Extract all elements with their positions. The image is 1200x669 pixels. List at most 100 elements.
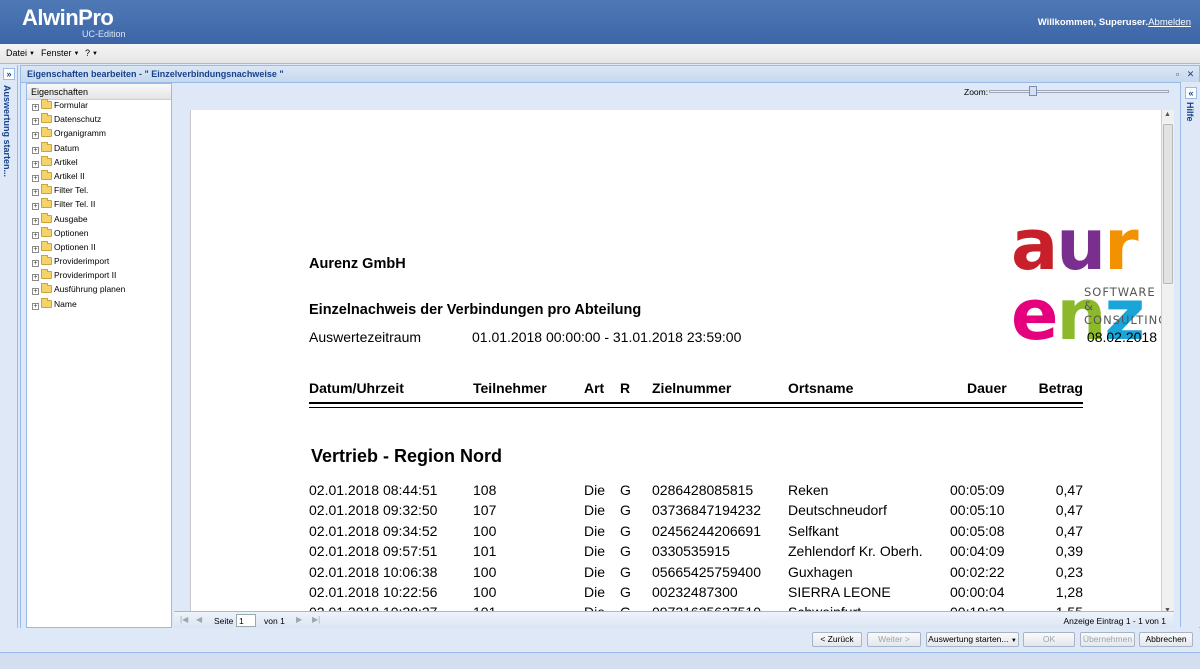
cell-participant: 101 [473, 543, 497, 560]
close-icon[interactable]: ✕ [1185, 69, 1196, 80]
tree-item[interactable]: + Filter Tel. II [27, 198, 171, 213]
expand-plus-icon[interactable]: + [32, 274, 39, 282]
company-name: Aurenz GmbH [309, 256, 406, 272]
start-evaluation-button[interactable]: Auswertung starten... ▼ [926, 632, 1019, 647]
tree-item-label: Artikel [54, 156, 78, 167]
tree-item[interactable]: + Name [27, 297, 171, 313]
cell-place: Reken [788, 482, 829, 498]
cell-duration: 00:00:04 [950, 584, 1005, 600]
tree-item-label: Ausgabe [54, 213, 88, 224]
cancel-button[interactable]: Abbrechen [1139, 632, 1193, 647]
col-place: Ortsname [788, 380, 854, 396]
cell-r: G [620, 522, 631, 539]
tree-item[interactable]: + Optionen II [27, 240, 171, 256]
app-logo: AlwinPro [22, 5, 114, 30]
section-title: Vertrieb - Region Nord [311, 446, 503, 466]
last-page-icon[interactable]: ▶| [312, 615, 320, 624]
tree-item[interactable]: + Organigramm [27, 127, 171, 142]
tree-item[interactable]: + Datenschutz [27, 113, 171, 128]
zoom-toolbar: Zoom: [174, 83, 1174, 100]
tree-item[interactable]: + Providerimport [27, 255, 171, 270]
logout-link[interactable]: Abmelden [1148, 17, 1191, 28]
folder-icon [41, 255, 52, 266]
cell-duration: 00:05:10 [950, 502, 1005, 519]
tree-item[interactable]: + Datum [27, 141, 171, 157]
expand-plus-icon[interactable]: + [32, 160, 39, 168]
tree-item[interactable]: + Artikel II [27, 169, 171, 185]
chevron-down-icon: ▼ [73, 51, 80, 57]
page-input[interactable]: 1 [236, 614, 256, 627]
tree-item-label: Organigramm [54, 128, 106, 139]
expand-plus-icon[interactable]: + [32, 132, 39, 140]
report-title: Einzelnachweis der Verbindungen pro Abte… [309, 302, 642, 318]
cell-target: 0330535915 [652, 543, 730, 560]
expand-plus-icon[interactable]: + [32, 231, 39, 239]
logo-letter: a [1011, 204, 1058, 286]
cell-datetime: 02.01.2018 09:34:52 [309, 522, 438, 539]
scroll-thumb[interactable] [1163, 124, 1173, 284]
tree-item-label: Name [54, 298, 77, 309]
cell-participant: 100 [473, 563, 497, 580]
expand-plus-icon[interactable]: + [32, 302, 39, 310]
expand-plus-icon[interactable]: + [32, 245, 39, 253]
expand-plus-icon[interactable]: + [32, 174, 39, 182]
next-button[interactable]: Weiter > [867, 632, 921, 647]
print-date: 08.02.2018 [1086, 329, 1157, 345]
apply-button[interactable]: Übernehmen [1080, 632, 1135, 647]
cell-target: 0286428085815 [652, 482, 754, 498]
folder-icon [41, 269, 52, 280]
vertical-scrollbar[interactable]: ▲ ▼ [1161, 110, 1174, 615]
chevron-down-icon: ▼ [1010, 638, 1017, 644]
tree-item[interactable]: + Ausführung planen [27, 283, 171, 298]
cell-duration: 00:02:22 [950, 563, 1005, 580]
header-rule-thin [309, 407, 1083, 408]
expand-left-icon[interactable]: » [3, 68, 15, 80]
help-panel-label[interactable]: Hilfe [1185, 102, 1195, 122]
cell-type: Die [584, 563, 606, 580]
cell-participant: 100 [473, 522, 497, 539]
tree-item[interactable]: + Filter Tel. [27, 184, 171, 199]
tree-item-label: Filter Tel. [54, 185, 89, 196]
wizard-button-bar: < Zurück Weiter > Auswertung starten... … [0, 628, 1200, 652]
cell-participant: 108 [473, 482, 497, 498]
expand-plus-icon[interactable]: + [32, 146, 39, 154]
cell-place: Selfkant [788, 522, 839, 539]
zoom-slider-track[interactable] [989, 90, 1169, 93]
back-button[interactable]: < Zurück [812, 632, 862, 647]
app-edition: UC-Edition [82, 29, 126, 39]
scroll-up-icon[interactable]: ▲ [1164, 111, 1171, 118]
tree-item-label: Providerimport [54, 256, 110, 267]
menu-help[interactable]: ? ▼ [85, 48, 98, 58]
cell-place: Zehlendorf Kr. Oberh. [788, 543, 923, 560]
expand-plus-icon[interactable]: + [32, 118, 39, 126]
cell-type: Die [584, 502, 606, 519]
expand-plus-icon[interactable]: + [32, 260, 39, 268]
expand-plus-icon[interactable]: + [32, 288, 39, 296]
cell-type: Die [584, 584, 606, 600]
expand-plus-icon[interactable]: + [32, 203, 39, 211]
expand-plus-icon[interactable]: + [32, 104, 39, 111]
ok-button[interactable]: OK [1023, 632, 1075, 647]
expand-plus-icon[interactable]: + [32, 189, 39, 197]
app-header: AlwinPro UC-Edition Willkommen, Superuse… [0, 0, 1200, 44]
menu-datei[interactable]: Datei ▼ [6, 48, 35, 58]
tree-item[interactable]: + Artikel [27, 155, 171, 171]
page-of-label: von 1 [264, 616, 285, 626]
tree-item[interactable]: + Optionen [27, 226, 171, 242]
zoom-slider-thumb[interactable] [1029, 86, 1037, 96]
menu-fenster[interactable]: Fenster ▼ [41, 48, 79, 58]
left-panel-label[interactable]: Auswertung starten... [2, 85, 12, 177]
table-row: 02.01.2018 09:32:50 107 Die G 03736847194232… [191, 502, 1162, 522]
first-page-icon[interactable]: |◀ [180, 615, 188, 624]
properties-tree: Eigenschaften + Formular + Datenschutz + Orga… [26, 83, 172, 628]
restore-icon[interactable]: ▫ [1172, 69, 1183, 80]
tree-item[interactable]: + Providerimport II [27, 269, 171, 284]
tree-item[interactable]: + Ausgabe [27, 212, 171, 228]
tree-item[interactable]: + Formular [27, 99, 171, 114]
cell-target: 03736847194232 [652, 502, 762, 519]
cell-target: 00232487300 [652, 584, 738, 600]
expand-plus-icon[interactable]: + [32, 217, 39, 225]
next-page-icon[interactable]: ▶ [296, 615, 302, 624]
prev-page-icon[interactable]: ◀ [196, 615, 202, 624]
expand-help-icon[interactable]: « [1185, 87, 1197, 99]
